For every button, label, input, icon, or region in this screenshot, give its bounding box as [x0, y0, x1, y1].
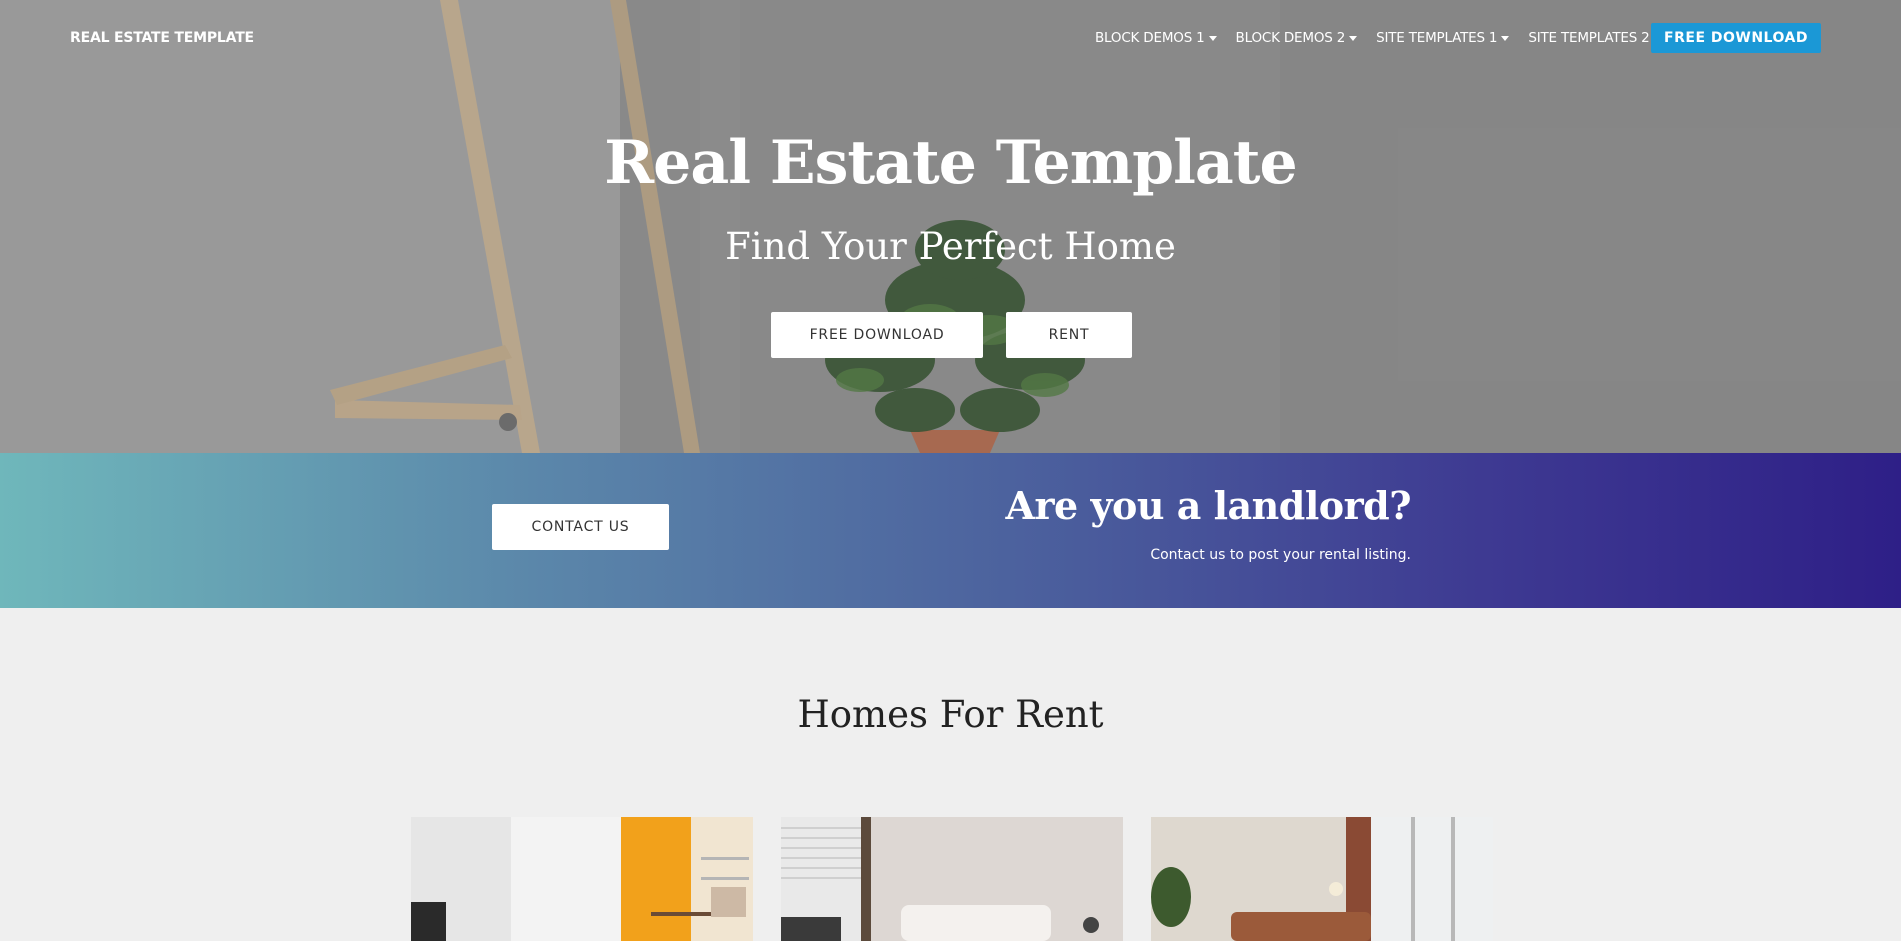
- hero-title: Real Estate Template: [604, 128, 1297, 198]
- home-photo: [411, 817, 753, 941]
- home-photo: [1151, 817, 1493, 941]
- nav-link-label: SITE TEMPLATES 1: [1376, 30, 1498, 46]
- hero-subtitle: Find Your Perfect Home: [725, 225, 1176, 268]
- landlord-text: Contact us to post your rental listing.: [1150, 547, 1411, 563]
- homes-section-title: Homes For Rent: [797, 693, 1104, 736]
- nav-site-templates-2[interactable]: SITE TEMPLATES 2: [1528, 30, 1662, 46]
- nav-site-templates-1[interactable]: SITE TEMPLATES 1: [1376, 30, 1510, 46]
- navbar: REAL ESTATE TEMPLATE BLOCK DEMOS 1 BLOCK…: [0, 0, 1901, 78]
- brand-link[interactable]: REAL ESTATE TEMPLATE: [70, 30, 254, 46]
- home-card[interactable]: [411, 817, 753, 941]
- landlord-banner: CONTACT US Are you a landlord? Contact u…: [0, 453, 1901, 608]
- chevron-down-icon: [1208, 35, 1217, 41]
- chevron-down-icon: [1501, 35, 1510, 41]
- home-photo: [781, 817, 1123, 941]
- hero-rent-button[interactable]: RENT: [1006, 312, 1132, 358]
- nav-free-download-button[interactable]: FREE DOWNLOAD: [1651, 23, 1821, 53]
- nav-link-label: SITE TEMPLATES 2: [1528, 30, 1650, 46]
- hero-free-download-button[interactable]: FREE DOWNLOAD: [771, 312, 983, 358]
- contact-us-button[interactable]: CONTACT US: [492, 504, 669, 550]
- nav-block-demos-1[interactable]: BLOCK DEMOS 1: [1095, 30, 1217, 46]
- home-card[interactable]: [781, 817, 1123, 941]
- nav-link-label: BLOCK DEMOS 2: [1235, 30, 1346, 46]
- landlord-title: Are you a landlord?: [1005, 483, 1412, 528]
- chevron-down-icon: [1349, 35, 1358, 41]
- nav-links: BLOCK DEMOS 1 BLOCK DEMOS 2 SITE TEMPLAT…: [1095, 30, 1681, 46]
- hero-section: REAL ESTATE TEMPLATE BLOCK DEMOS 1 BLOCK…: [0, 0, 1901, 453]
- nav-link-label: BLOCK DEMOS 1: [1095, 30, 1205, 46]
- nav-block-demos-2[interactable]: BLOCK DEMOS 2: [1236, 30, 1358, 46]
- home-card[interactable]: [1151, 817, 1493, 941]
